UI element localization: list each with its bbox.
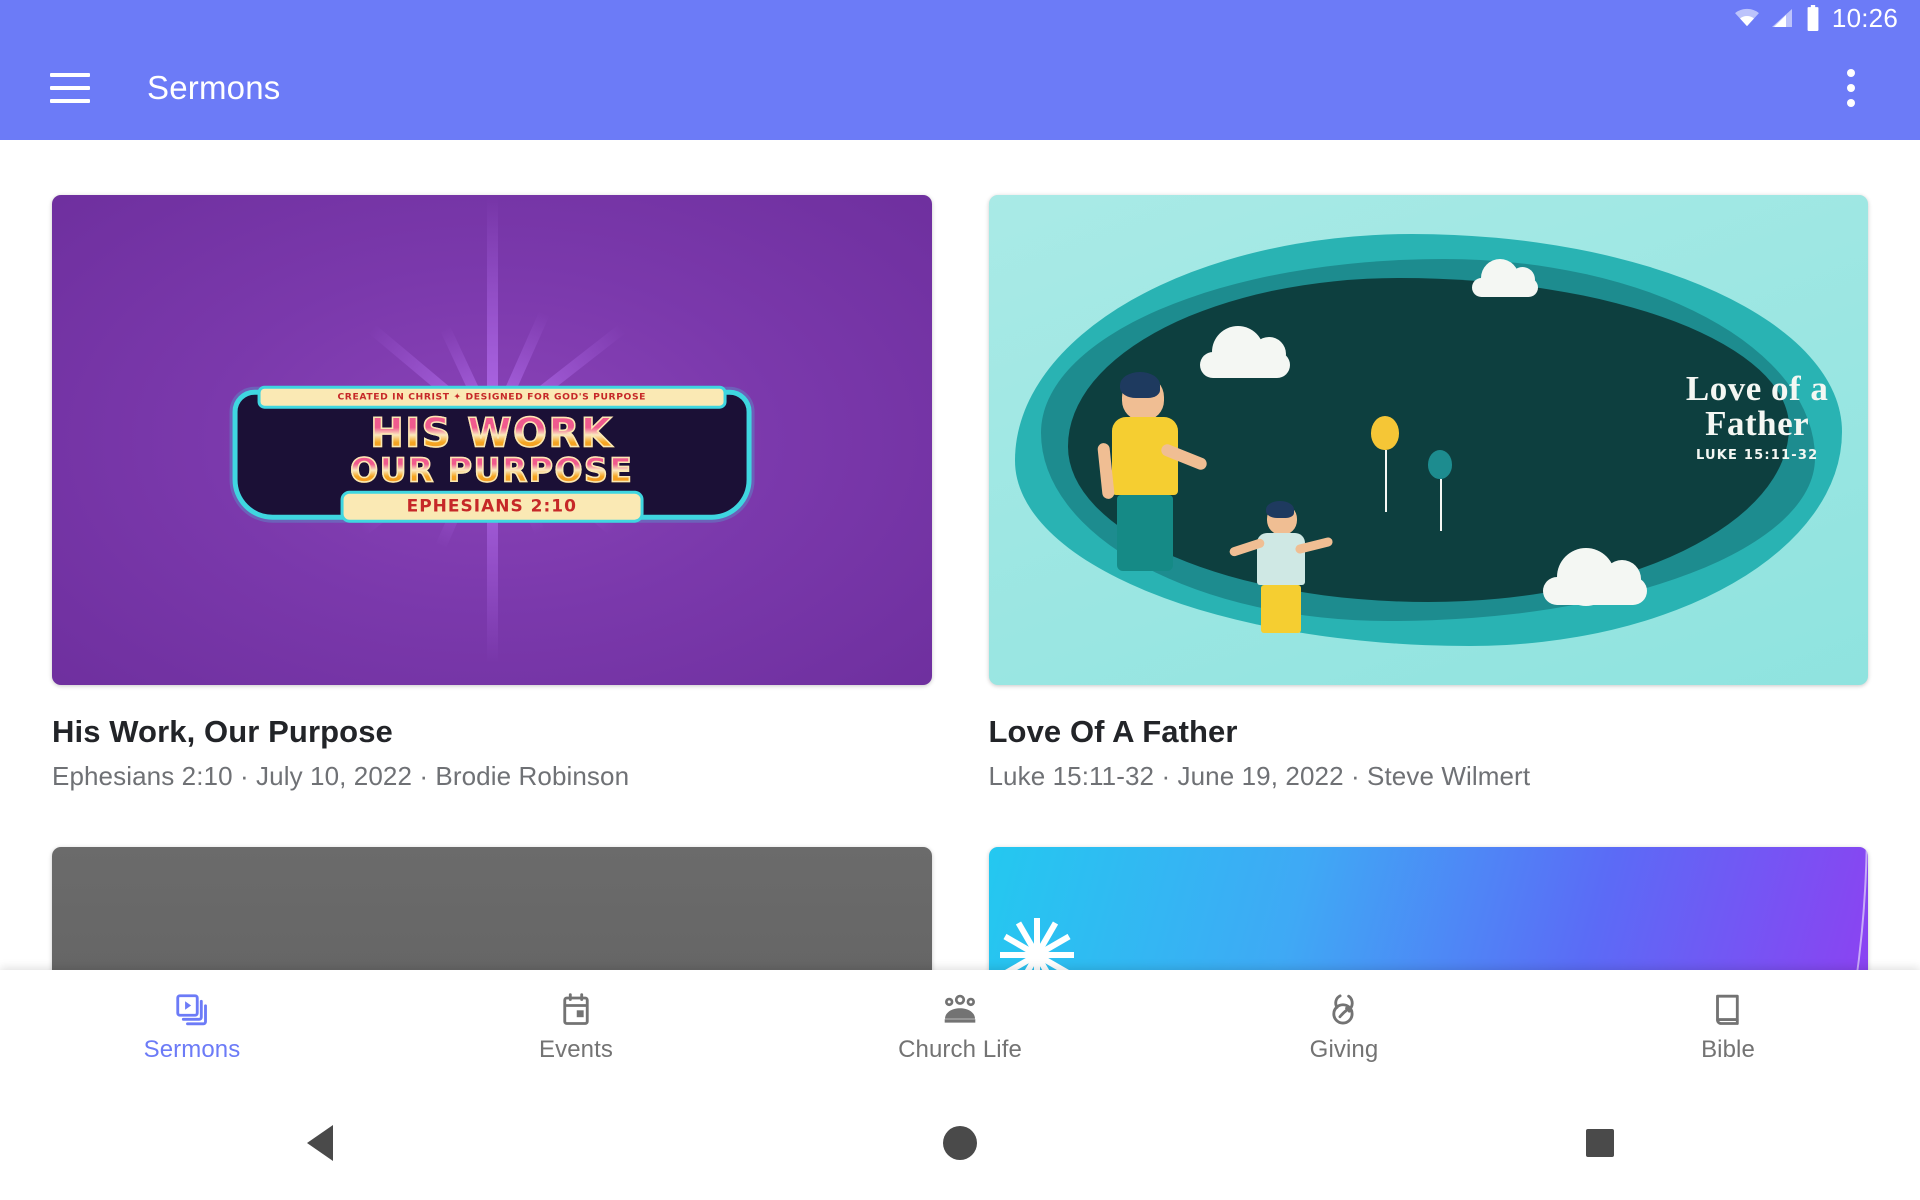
artwork-love-of-a-father: Love of a Father LUKE 15:11-32: [988, 195, 1868, 685]
sermon-card[interactable]: CREATED IN CHRIST ✦ DESIGNED FOR GOD'S P…: [52, 195, 932, 792]
balloon-icon: [1428, 449, 1453, 531]
artwork-reference: EPHESIANS 2:10: [340, 490, 644, 523]
artwork-his-work-our-purpose: CREATED IN CHRIST ✦ DESIGNED FOR GOD'S P…: [52, 195, 932, 685]
back-triangle-icon[interactable]: [0, 1085, 640, 1200]
status-bar: 10:26: [0, 0, 1920, 36]
artwork-line-2: Father: [1705, 404, 1810, 444]
status-clock: 10:26: [1831, 2, 1898, 33]
hamburger-menu-icon[interactable]: [40, 58, 100, 118]
cloud-icon: [1199, 325, 1290, 378]
artwork-line-2: OUR PURPOSE: [247, 453, 736, 488]
nav-label: Bible: [1701, 1036, 1755, 1063]
father-illustration: [1096, 372, 1209, 572]
nav-label: Church Life: [898, 1036, 1022, 1063]
nav-item-church-life[interactable]: Church Life: [768, 991, 1152, 1064]
artwork-badge: CREATED IN CHRIST ✦ DESIGNED FOR GOD'S P…: [232, 385, 752, 523]
sermon-title: His Work, Our Purpose: [52, 714, 393, 749]
nav-label: Giving: [1309, 1036, 1379, 1063]
sermon-grid: CREATED IN CHRIST ✦ DESIGNED FOR GOD'S P…: [0, 140, 1920, 1000]
nav-item-bible[interactable]: Bible: [1536, 991, 1920, 1064]
child-illustration: [1228, 500, 1334, 633]
nav-item-sermons[interactable]: Sermons: [0, 991, 384, 1064]
sermon-thumbnail[interactable]: CREATED IN CHRIST ✦ DESIGNED FOR GOD'S P…: [52, 195, 932, 685]
cloud-icon: [1542, 548, 1647, 607]
book-icon: [1709, 991, 1747, 1029]
wifi-icon: [1734, 5, 1760, 31]
more-vertical-icon[interactable]: [1826, 58, 1876, 118]
sermon-thumbnail[interactable]: Love of a Father LUKE 15:11-32: [988, 195, 1868, 685]
calendar-icon: [557, 991, 595, 1029]
cellular-signal-icon: [1770, 6, 1794, 30]
recents-square-icon[interactable]: [1280, 1085, 1920, 1200]
sermon-title: Love Of A Father: [988, 714, 1238, 749]
app-bar: Sermons: [0, 36, 1920, 140]
nav-item-events[interactable]: Events: [384, 991, 768, 1064]
giving-heart-icon: [1325, 991, 1363, 1029]
nav-label: Sermons: [143, 1036, 241, 1063]
sermon-list-scroll-area[interactable]: CREATED IN CHRIST ✦ DESIGNED FOR GOD'S P…: [0, 140, 1920, 1000]
home-circle-icon[interactable]: [640, 1085, 1280, 1200]
cloud-icon: [1472, 259, 1539, 298]
sermon-meta: Luke 15:11-32 · June 19, 2022 · Steve Wi…: [988, 761, 1531, 791]
artwork-tagline: CREATED IN CHRIST ✦ DESIGNED FOR GOD'S P…: [257, 385, 727, 409]
video-library-icon: [173, 991, 211, 1029]
nav-label: Events: [539, 1036, 613, 1063]
battery-icon: [1804, 5, 1822, 31]
sermon-card[interactable]: Love of a Father LUKE 15:11-32 Love Of A…: [988, 195, 1868, 792]
page-title: Sermons: [147, 69, 281, 106]
people-group-icon: [941, 991, 979, 1029]
artwork-line-1: HIS WORK: [247, 413, 736, 454]
nav-item-giving[interactable]: Giving: [1152, 991, 1536, 1064]
bottom-navigation-bar: Sermons Events Church Life Giving Bible: [0, 970, 1920, 1085]
artwork-line-1: Love of a: [1685, 369, 1829, 409]
balloon-icon: [1371, 415, 1400, 512]
artwork-reference: LUKE 15:11-32: [1696, 448, 1819, 464]
sermon-meta: Ephesians 2:10 · July 10, 2022 · Brodie …: [52, 761, 630, 791]
android-system-navigation: [0, 1085, 1920, 1200]
artwork-title-block: Love of a Father LUKE 15:11-32: [1686, 371, 1829, 463]
